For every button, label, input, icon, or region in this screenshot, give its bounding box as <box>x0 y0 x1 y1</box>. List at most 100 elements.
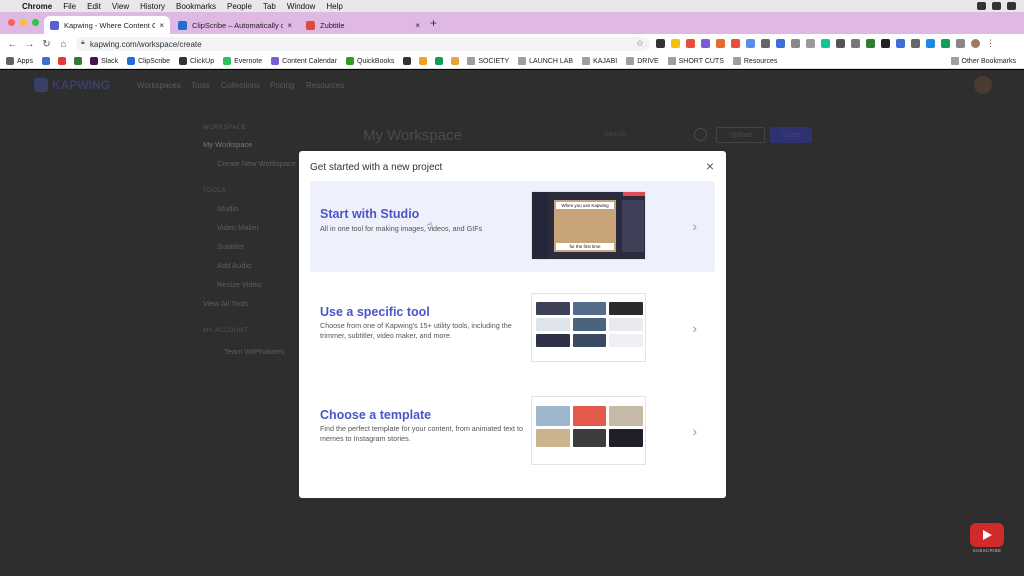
extension-icon[interactable] <box>881 39 890 48</box>
close-icon[interactable]: × <box>706 159 714 173</box>
menu-view[interactable]: View <box>112 2 129 11</box>
wifi-icon[interactable] <box>992 2 1001 10</box>
minimize-window-button[interactable] <box>20 19 27 26</box>
back-arrow-icon[interactable]: ← <box>4 39 21 50</box>
sidebar-item-add-audio[interactable]: Add Audio <box>217 261 251 270</box>
extension-icon[interactable] <box>836 39 845 48</box>
upload-button[interactable]: Upload <box>716 127 765 143</box>
nav-pricing[interactable]: Pricing <box>270 81 294 90</box>
new-tab-button[interactable]: + <box>430 16 437 30</box>
other-bookmarks[interactable]: Other Bookmarks <box>950 57 1016 65</box>
extension-icon[interactable] <box>671 39 680 48</box>
menu-bookmarks[interactable]: Bookmarks <box>176 2 216 11</box>
close-tab-icon[interactable]: × <box>155 21 164 30</box>
search-placeholder[interactable]: Search <box>604 131 626 138</box>
menu-file[interactable]: File <box>63 2 76 11</box>
bookmark-item[interactable]: QuickBooks <box>346 57 394 65</box>
bookmark-item[interactable]: ClickUp <box>179 57 214 65</box>
bookmark-item[interactable] <box>435 57 446 65</box>
extension-icon[interactable] <box>896 39 905 48</box>
extension-icon[interactable] <box>821 39 830 48</box>
nav-tools[interactable]: Tools <box>191 81 210 90</box>
menu-help[interactable]: Help <box>326 2 342 11</box>
close-window-button[interactable] <box>8 19 15 26</box>
menu-tab[interactable]: Tab <box>263 2 276 11</box>
home-icon[interactable]: ⌂ <box>55 39 72 50</box>
extension-icon[interactable] <box>746 39 755 48</box>
extension-icon[interactable] <box>926 39 935 48</box>
settings-gear-icon[interactable] <box>694 128 707 141</box>
tab-clipscribe[interactable]: ClipScribe – Automatically cre × <box>172 16 298 34</box>
menu-history[interactable]: History <box>140 2 165 11</box>
bookmark-item[interactable] <box>403 57 414 65</box>
bookmark-item[interactable]: Resources <box>732 57 777 65</box>
nav-collections[interactable]: Collections <box>221 81 260 90</box>
tab-kapwing[interactable]: Kapwing - Where Content Crea × <box>44 16 170 34</box>
tab-zubtitle[interactable]: Zubtitle × <box>300 16 426 34</box>
extension-icon[interactable] <box>656 39 665 48</box>
bookmark-item[interactable]: DRIVE <box>626 57 659 65</box>
bookmark-item[interactable]: Apps <box>6 57 33 65</box>
sidebar-item-studio[interactable]: Studio <box>217 204 238 213</box>
sidebar-item-my-workspace[interactable]: My Workspace <box>203 140 252 149</box>
profile-avatar-icon[interactable] <box>971 39 980 48</box>
bookmark-item[interactable] <box>73 57 85 65</box>
extension-icon[interactable] <box>776 39 785 48</box>
extension-icon[interactable] <box>866 39 875 48</box>
extension-icon[interactable] <box>911 39 920 48</box>
extension-icon[interactable] <box>686 39 695 48</box>
sidebar-item-create-workspace[interactable]: Create New Workspace <box>217 159 296 168</box>
close-tab-icon[interactable]: × <box>283 21 292 30</box>
bookmark-item[interactable] <box>57 57 69 65</box>
kapwing-logo[interactable]: KAPWING <box>34 78 110 92</box>
sidebar-item-video-maker[interactable]: Video Maker <box>217 223 259 232</box>
address-bar[interactable]: 🔒︎ kapwing.com/workspace/create ☆ <box>76 37 650 51</box>
extension-icon[interactable] <box>806 39 815 48</box>
option-use-specific-tool[interactable]: Use a specific tool Choose from one of K… <box>310 283 715 374</box>
youtube-subscribe-icon[interactable] <box>970 523 1004 547</box>
zoom-window-button[interactable] <box>32 19 39 26</box>
extension-icon[interactable] <box>851 39 860 48</box>
bookmark-item[interactable] <box>41 57 53 65</box>
extension-icon[interactable] <box>716 39 725 48</box>
extension-icon[interactable] <box>791 39 800 48</box>
bookmark-item[interactable]: Slack <box>89 57 118 65</box>
bookmark-item[interactable]: LAUNCH LAB <box>518 57 573 65</box>
sidebar-item-subtitler[interactable]: Subtitler <box>217 242 245 251</box>
sidebar-account-name[interactable]: Team WilPhaktem <box>224 347 284 356</box>
menu-kebab-icon[interactable]: ⋮ <box>986 39 995 48</box>
bookmark-item[interactable]: Evernote <box>223 57 262 65</box>
bookmark-item[interactable] <box>451 57 462 65</box>
extension-icon[interactable] <box>731 39 740 48</box>
extension-icon[interactable] <box>941 39 950 48</box>
menu-people[interactable]: People <box>227 2 252 11</box>
extension-icon[interactable] <box>956 39 965 48</box>
nav-resources[interactable]: Resources <box>306 81 344 90</box>
folder-icon <box>950 57 959 65</box>
bookmark-item[interactable]: Content Calendar <box>271 57 337 65</box>
bookmark-item[interactable]: SOCIETY <box>467 57 509 65</box>
bookmark-favicon-icon <box>271 57 280 65</box>
forward-arrow-icon[interactable]: → <box>21 39 38 50</box>
option-start-with-studio[interactable]: Start with Studio All in one tool for ma… <box>310 181 715 272</box>
extension-icon[interactable] <box>761 39 770 48</box>
menu-edit[interactable]: Edit <box>87 2 101 11</box>
share-button[interactable]: Share <box>770 127 812 143</box>
nav-workspaces[interactable]: Workspaces <box>137 81 181 90</box>
user-icon[interactable] <box>1007 2 1016 10</box>
sidebar-item-view-all-tools[interactable]: View All Tools <box>203 299 249 308</box>
menu-window[interactable]: Window <box>287 2 315 11</box>
sidebar-item-resize-video[interactable]: Resize Video <box>217 280 261 289</box>
bookmark-item[interactable]: ClipScribe <box>127 57 170 65</box>
extension-icon[interactable] <box>701 39 710 48</box>
bookmark-item[interactable]: SHORT CUTS <box>667 57 724 65</box>
close-tab-icon[interactable]: × <box>411 21 420 30</box>
menu-chrome[interactable]: Chrome <box>22 2 52 11</box>
bookmark-item[interactable] <box>419 57 430 65</box>
account-avatar[interactable] <box>974 76 992 94</box>
option-choose-template[interactable]: Choose a template Find the perfect templ… <box>310 386 715 477</box>
dropbox-icon[interactable] <box>977 2 986 10</box>
bookmark-item[interactable]: KAJABI <box>582 57 617 65</box>
bookmark-star-icon[interactable]: ☆ <box>636 38 644 49</box>
reload-icon[interactable]: ↻ <box>38 39 55 50</box>
